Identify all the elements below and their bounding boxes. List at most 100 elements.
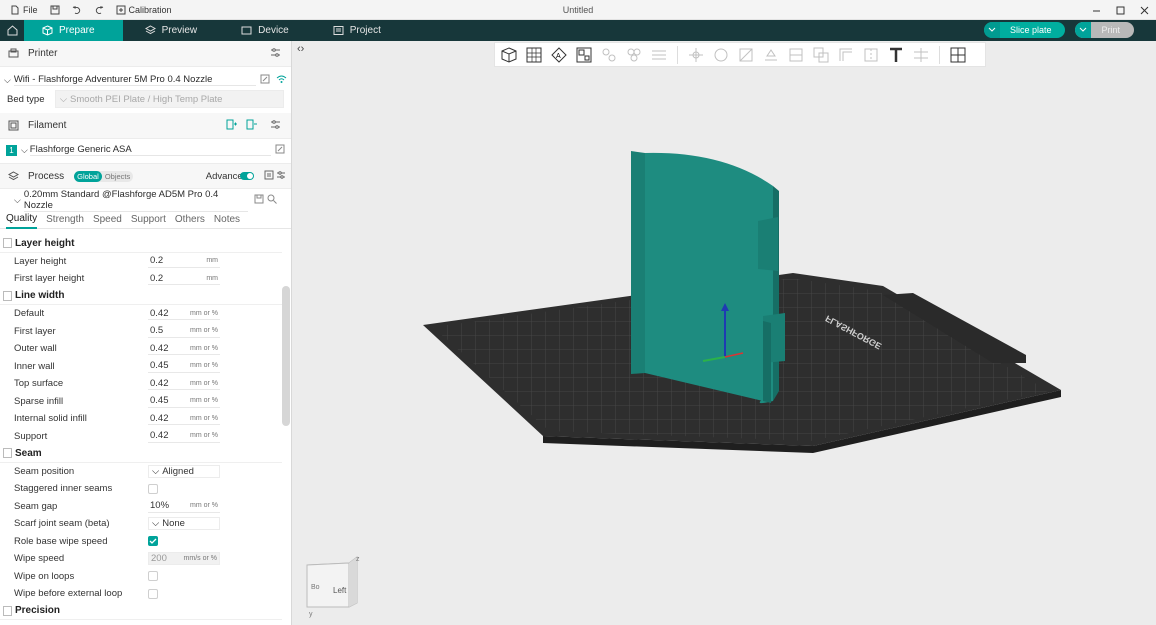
process-settings-icon[interactable]: [276, 170, 286, 183]
file-menu-label: File: [23, 4, 38, 15]
maximize-button[interactable]: [1108, 0, 1132, 20]
group-line-width: Line width: [0, 288, 282, 305]
param-seam-position: Seam position ⌵ Aligned: [0, 463, 282, 481]
param-value: 200: [151, 553, 167, 565]
param-label: Staggered inner seams: [14, 483, 113, 495]
first-layer-height-input[interactable]: 0.2 mm: [148, 272, 220, 286]
precision-group-icon: [3, 605, 12, 616]
3d-viewport[interactable]: ‹› A FLASHFORGE Left Bo z y: [293, 41, 1156, 625]
param-value: 0.45: [150, 360, 169, 372]
redo-icon: [95, 5, 103, 14]
param-label: Default: [14, 308, 45, 320]
param-label: Layer height: [14, 255, 67, 267]
line-width-group-icon: [3, 290, 12, 301]
process-subtabs: Quality Strength Speed Support Others No…: [0, 211, 291, 229]
printer-section-header[interactable]: Printer: [0, 41, 291, 67]
lw-first-layer-input[interactable]: 0.5 mm or %: [148, 325, 220, 338]
remove-filament-icon[interactable]: [246, 119, 257, 133]
wifi-icon[interactable]: [276, 74, 287, 87]
advanced-switch[interactable]: [240, 172, 254, 180]
objects-toggle[interactable]: Objects: [102, 171, 133, 182]
sidebar-scrollbar[interactable]: [282, 286, 290, 426]
role-base-checkbox[interactable]: [148, 536, 158, 547]
tab-project[interactable]: Project: [311, 20, 403, 41]
group-precision: Precision: [0, 603, 282, 620]
printer-select[interactable]: Wifi - Flashforge Adventurer 5M Pro 0.4 …: [13, 74, 256, 86]
chevron-down-icon: ⌵: [59, 93, 68, 105]
slice-dropdown[interactable]: [983, 22, 1000, 38]
filament-settings-icon[interactable]: [270, 119, 281, 133]
param-unit: mm or %: [190, 502, 218, 510]
edit-icon[interactable]: [275, 144, 285, 157]
print-label: Print: [1101, 25, 1120, 35]
calibration-menu[interactable]: Calibration: [112, 2, 176, 18]
lw-outer-wall-input[interactable]: 0.42 mm or %: [148, 342, 220, 356]
undo-button[interactable]: [68, 2, 86, 18]
tab-preview[interactable]: Preview: [123, 20, 220, 41]
search-icon[interactable]: [267, 194, 277, 207]
filament-section-label: Filament: [28, 120, 67, 131]
view-cube[interactable]: Left Bo z y: [306, 556, 360, 618]
param-label: Wipe before external loop: [14, 588, 123, 600]
lw-inner-wall-input[interactable]: 0.45 mm or %: [148, 360, 220, 373]
minimize-button[interactable]: [1084, 0, 1108, 20]
redo-button[interactable]: [90, 2, 108, 18]
filament-section-header[interactable]: Filament: [0, 113, 291, 139]
scarf-select[interactable]: ⌵ None: [148, 517, 220, 531]
lw-top-surface-input[interactable]: 0.42 mm or %: [148, 377, 220, 391]
subtab-support[interactable]: Support: [131, 214, 166, 225]
seam-gap-input[interactable]: 10% mm or %: [148, 500, 220, 513]
printer-icon: [8, 48, 20, 59]
chevron-down-icon: [988, 27, 996, 32]
wipe-before-checkbox[interactable]: [148, 588, 158, 599]
slice-plate-button[interactable]: Slice plate: [983, 22, 1066, 38]
param-lw-internal-solid: Internal solid infill 0.42 mm or %: [0, 410, 282, 428]
param-lw-support: Support 0.42 mm or %: [0, 428, 282, 446]
group-seam-label: Seam: [15, 447, 42, 459]
process-preset-select[interactable]: 0.20mm Standard @Flashforge AD5M Pro 0.4…: [23, 189, 248, 212]
tab-device[interactable]: Device: [219, 20, 311, 41]
param-label: Wipe on loops: [14, 570, 75, 582]
lw-sparse-infill-input[interactable]: 0.45 mm or %: [148, 395, 220, 408]
staggered-checkbox[interactable]: [148, 483, 158, 494]
param-seam-gap: Seam gap 10% mm or %: [0, 498, 282, 516]
wipe-speed-input[interactable]: 200 mm/s or %: [148, 552, 220, 566]
subtab-notes[interactable]: Notes: [214, 214, 240, 225]
lw-internal-solid-input[interactable]: 0.42 mm or %: [148, 412, 220, 426]
param-lw-outer-wall: Outer wall 0.42 mm or %: [0, 340, 282, 358]
lw-support-input[interactable]: 0.42 mm or %: [148, 430, 220, 443]
save-button[interactable]: [46, 2, 64, 18]
file-menu[interactable]: File: [6, 2, 42, 18]
filament-slot-badge[interactable]: 1: [6, 144, 17, 156]
param-label: Internal solid infill: [14, 413, 87, 425]
wipe-loops-checkbox[interactable]: [148, 571, 158, 582]
close-button[interactable]: [1132, 0, 1156, 20]
param-unit: mm: [206, 257, 218, 265]
subtab-strength[interactable]: Strength: [46, 214, 84, 225]
subtab-quality[interactable]: Quality: [6, 211, 38, 229]
param-value: 0.42: [150, 342, 169, 354]
bed-type-select[interactable]: ⌵ Smooth PEI Plate / High Temp Plate: [54, 90, 284, 108]
print-dropdown[interactable]: [1075, 22, 1092, 38]
compare-icon[interactable]: [264, 170, 274, 183]
printer-settings-icon[interactable]: [270, 47, 281, 61]
seam-position-select[interactable]: ⌵ Aligned: [148, 464, 220, 478]
tab-prepare[interactable]: Prepare: [24, 20, 123, 41]
lw-default-input[interactable]: 0.42 mm or %: [148, 307, 220, 321]
layer-height-input[interactable]: 0.2 mm: [148, 255, 220, 268]
project-icon: [333, 26, 344, 35]
param-unit: mm or %: [190, 344, 218, 352]
print-button[interactable]: Print: [1075, 22, 1134, 38]
global-toggle[interactable]: Global: [74, 170, 102, 182]
subtab-speed[interactable]: Speed: [93, 214, 122, 225]
param-label: Seam position: [14, 465, 75, 477]
edit-icon[interactable]: [260, 74, 270, 87]
home-tab[interactable]: [0, 20, 24, 41]
save-preset-icon[interactable]: [254, 194, 264, 207]
param-value: 0.42: [150, 430, 169, 442]
subtab-others[interactable]: Others: [175, 214, 205, 225]
param-lw-sparse-infill: Sparse infill 0.45 mm or %: [0, 393, 282, 411]
add-filament-icon[interactable]: [226, 119, 237, 133]
filament-select[interactable]: Flashforge Generic ASA: [29, 144, 271, 156]
layer-height-group-icon: [3, 238, 12, 249]
